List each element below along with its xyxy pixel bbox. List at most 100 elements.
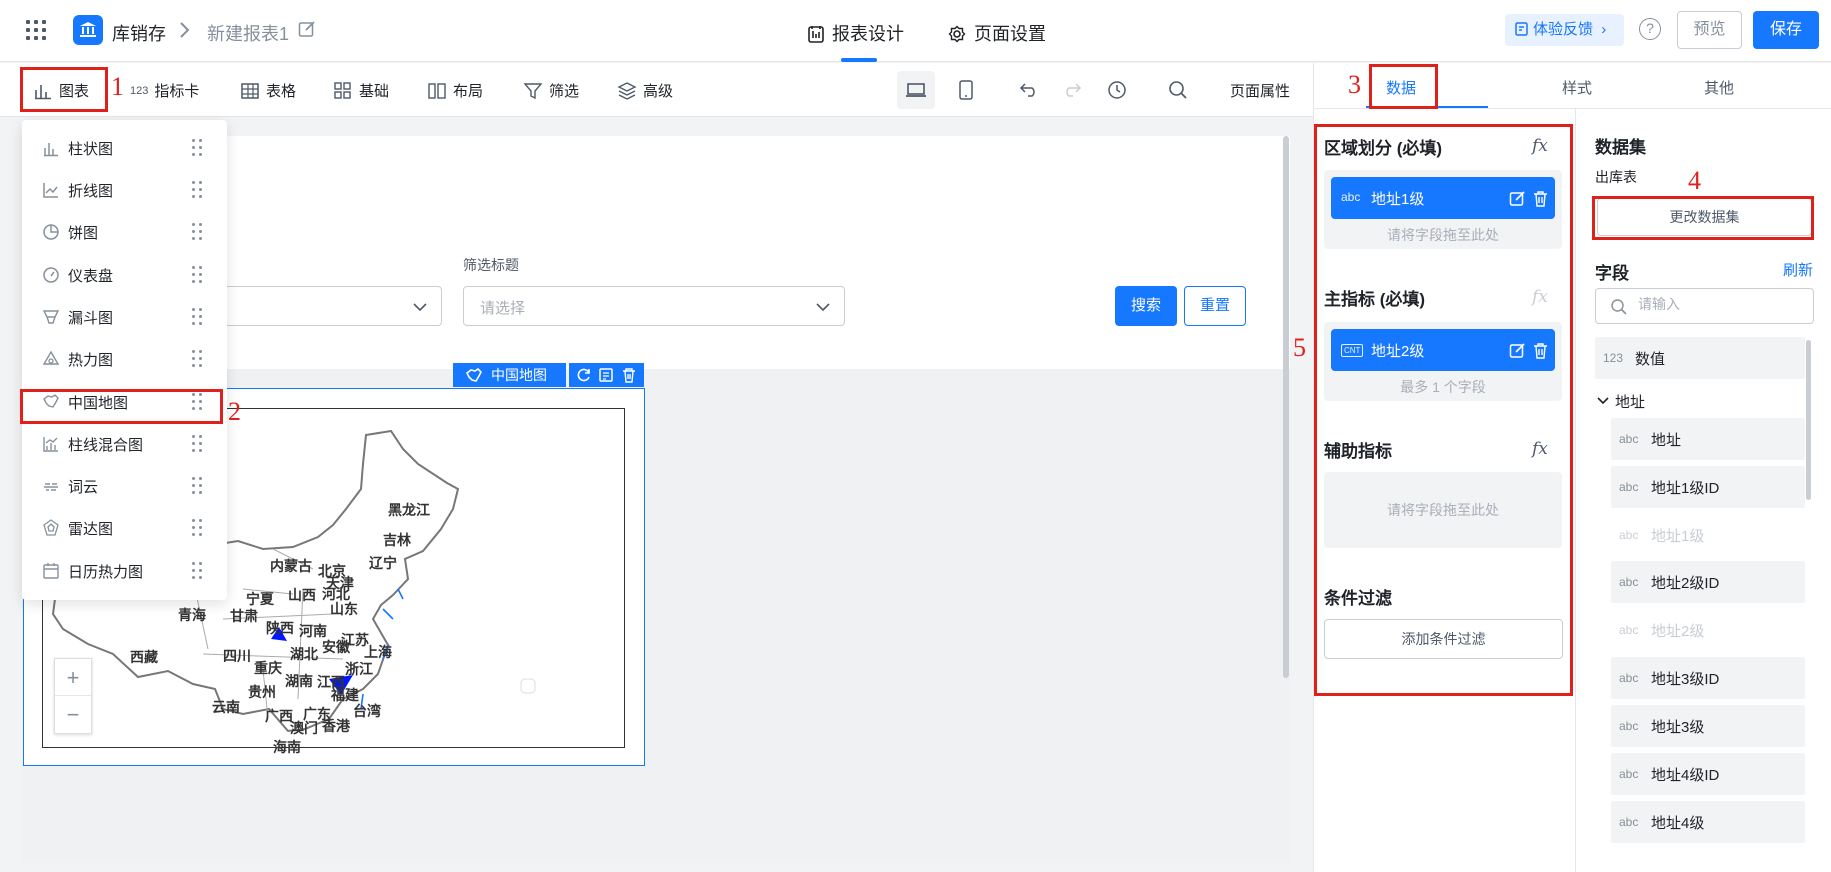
report-name[interactable]: 新建报表1 bbox=[207, 20, 289, 46]
menu-item-heatmap[interactable]: 热力图 bbox=[22, 338, 227, 380]
field-search-text[interactable] bbox=[1638, 296, 1798, 312]
drag-handle-icon[interactable] bbox=[192, 350, 204, 368]
zoom-out-button[interactable]: − bbox=[55, 696, 91, 733]
page-properties-button[interactable]: 页面属性 bbox=[1230, 80, 1290, 101]
toolbar-layout[interactable]: 布局 bbox=[427, 80, 483, 101]
tab-style[interactable]: 样式 bbox=[1562, 77, 1592, 98]
field-type-label: abc bbox=[1619, 623, 1639, 637]
zoom-in-button[interactable]: + bbox=[55, 659, 91, 696]
menu-item-funnel[interactable]: 漏斗图 bbox=[22, 296, 227, 338]
reset-button[interactable]: 重置 bbox=[1184, 286, 1246, 326]
map-widget-tag[interactable]: 中国地图 bbox=[453, 363, 566, 387]
filter-select-2[interactable]: 请选择 bbox=[463, 286, 845, 326]
field-item[interactable]: abc 地址2级ID bbox=[1611, 561, 1805, 603]
annotation-box-2 bbox=[20, 389, 223, 424]
annotation-box-3 bbox=[1369, 64, 1438, 109]
menu-item-radar[interactable]: 雷达图 bbox=[22, 507, 227, 549]
drag-handle-icon[interactable] bbox=[192, 223, 204, 241]
menu-item-label: 日历热力图 bbox=[68, 563, 144, 581]
field-item-numeric[interactable]: 123 数值 bbox=[1595, 337, 1805, 379]
redo-icon[interactable] bbox=[1058, 76, 1086, 104]
province-label: 甘肃 bbox=[230, 608, 258, 624]
filter-select-1[interactable] bbox=[212, 286, 442, 326]
data-detail-icon[interactable] bbox=[598, 367, 614, 383]
menu-item-combo-chart[interactable]: 柱线混合图 bbox=[22, 423, 227, 465]
drag-handle-icon[interactable] bbox=[192, 181, 204, 199]
tab-page-settings[interactable]: 页面设置 bbox=[948, 20, 1046, 48]
toolbar-basic[interactable]: 基础 bbox=[333, 80, 389, 101]
drag-handle-icon[interactable] bbox=[192, 139, 204, 157]
gauge-icon bbox=[43, 267, 59, 283]
field-type-label: abc bbox=[1619, 575, 1639, 589]
radar-icon bbox=[43, 519, 59, 536]
drag-handle-icon[interactable] bbox=[192, 562, 204, 580]
drag-handle-icon[interactable] bbox=[192, 435, 204, 453]
drag-handle-icon[interactable] bbox=[192, 519, 204, 537]
help-icon[interactable]: ? bbox=[1639, 18, 1661, 40]
field-item[interactable]: abc 地址3级 bbox=[1611, 705, 1805, 747]
province-label: 湖南 bbox=[285, 673, 313, 689]
field-group-address[interactable]: 地址 bbox=[1597, 391, 1645, 412]
field-search-input[interactable] bbox=[1595, 288, 1814, 324]
app-name[interactable]: 库销存 bbox=[112, 20, 166, 46]
province-label: 四川 bbox=[223, 648, 251, 664]
edit-name-icon[interactable] bbox=[298, 20, 316, 38]
field-item[interactable]: abc 地址4级ID bbox=[1611, 753, 1805, 795]
undo-icon[interactable] bbox=[1015, 76, 1043, 104]
field-type-label: 123 bbox=[1603, 351, 1624, 365]
toolbar-metric-card[interactable]: 123 指标卡 bbox=[130, 80, 199, 101]
pie-chart-icon bbox=[43, 224, 59, 240]
feedback-button[interactable]: 体验反馈 › bbox=[1505, 14, 1624, 46]
province-label: 陕西 bbox=[266, 620, 294, 636]
word-cloud-icon bbox=[44, 483, 58, 491]
search-icon[interactable] bbox=[1164, 76, 1192, 104]
history-icon[interactable] bbox=[1103, 76, 1131, 104]
preview-button[interactable]: 预览 bbox=[1677, 11, 1742, 49]
menu-item-label: 词云 bbox=[68, 478, 99, 496]
toolbar-basic-label: 基础 bbox=[359, 83, 390, 100]
mobile-view-icon[interactable] bbox=[952, 76, 980, 104]
field-item[interactable]: abc 地址 bbox=[1611, 418, 1805, 460]
menu-item-calendar-heatmap[interactable]: 日历热力图 bbox=[22, 550, 227, 592]
menu-item-word-cloud[interactable]: 词云 bbox=[22, 465, 227, 507]
province-label: 青海 bbox=[178, 607, 206, 623]
layers-icon bbox=[617, 81, 637, 100]
province-label: 浙江 bbox=[345, 661, 373, 677]
toolbar-advanced[interactable]: 高级 bbox=[617, 80, 673, 101]
field-item[interactable]: abc 地址4级 bbox=[1611, 801, 1805, 843]
drag-handle-icon[interactable] bbox=[192, 266, 204, 284]
annotation-number-2: 2 bbox=[228, 397, 241, 426]
toolbar-layout-label: 布局 bbox=[453, 83, 484, 100]
field-item[interactable]: abc 地址1级ID bbox=[1611, 466, 1805, 508]
menu-item-line-chart[interactable]: 折线图 bbox=[22, 169, 227, 211]
menu-item-bar-chart[interactable]: 柱状图 bbox=[22, 127, 227, 169]
menu-item-gauge[interactable]: 仪表盘 bbox=[22, 254, 227, 296]
menu-item-label: 雷达图 bbox=[68, 520, 114, 538]
annotation-number-5: 5 bbox=[1293, 333, 1306, 362]
annotation-box-1 bbox=[20, 67, 108, 112]
field-name: 地址3级 bbox=[1651, 719, 1705, 736]
select-placeholder: 请选择 bbox=[480, 300, 526, 317]
desktop-view-icon[interactable] bbox=[897, 71, 935, 109]
refresh-icon[interactable] bbox=[576, 367, 592, 383]
grid-icon bbox=[334, 81, 351, 99]
tab-report-design[interactable]: 报表设计 bbox=[808, 20, 904, 48]
canvas-scrollbar[interactable] bbox=[1283, 136, 1289, 678]
menu-item-pie-chart[interactable]: 饼图 bbox=[22, 211, 227, 253]
chevron-down-icon bbox=[1597, 392, 1609, 409]
toolbar-filter[interactable]: 筛选 bbox=[523, 80, 579, 101]
delete-icon[interactable] bbox=[621, 367, 637, 383]
save-button[interactable]: 保存 bbox=[1753, 11, 1819, 49]
toolbar-table[interactable]: 表格 bbox=[240, 80, 296, 101]
field-type-label: abc bbox=[1619, 480, 1639, 494]
refresh-fields-button[interactable]: 刷新 bbox=[1783, 259, 1813, 280]
app-grid-icon[interactable] bbox=[26, 20, 46, 40]
field-list-scrollbar[interactable] bbox=[1806, 340, 1811, 500]
drag-handle-icon[interactable] bbox=[192, 477, 204, 495]
search-button[interactable]: 搜索 bbox=[1115, 286, 1177, 326]
active-tab-indicator bbox=[841, 58, 877, 62]
tab-other[interactable]: 其他 bbox=[1704, 77, 1734, 98]
metric-123-icon: 123 bbox=[130, 84, 149, 97]
field-item[interactable]: abc 地址3级ID bbox=[1611, 657, 1805, 699]
drag-handle-icon[interactable] bbox=[192, 308, 204, 326]
